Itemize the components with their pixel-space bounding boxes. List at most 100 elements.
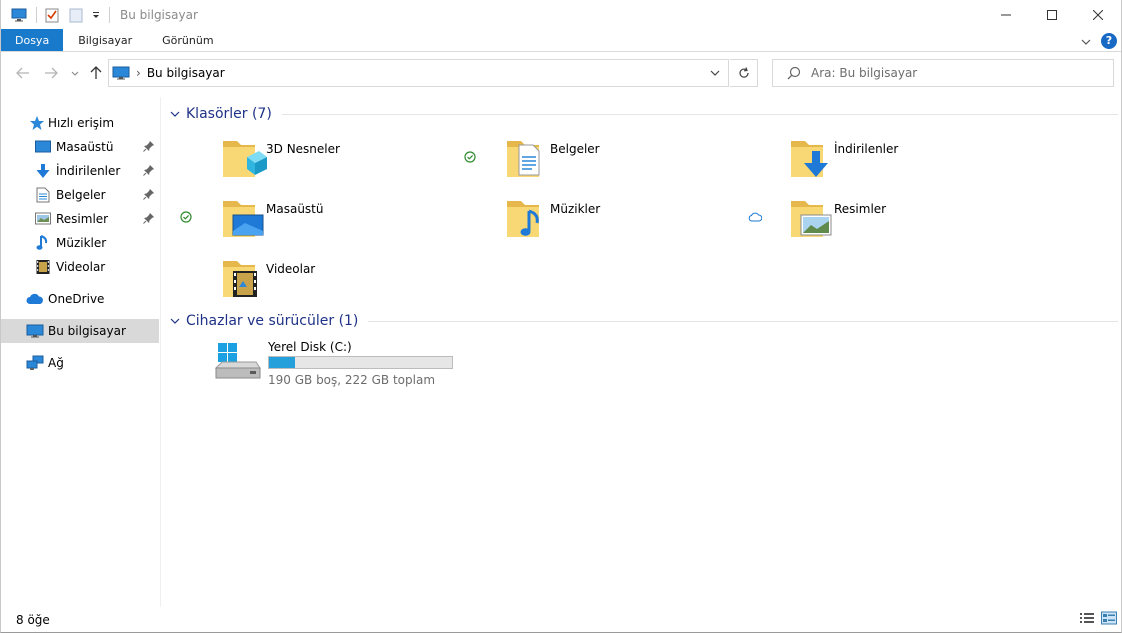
view-switcher bbox=[1079, 611, 1117, 628]
downloads-icon bbox=[34, 162, 52, 180]
folder-label: Resimler bbox=[834, 202, 887, 216]
sidebar-item-quick-access[interactable]: Hızlı erişim bbox=[1, 111, 159, 135]
folder-tile-3d-objects[interactable]: 3D Nesneler bbox=[221, 135, 501, 191]
forward-arrow-icon[interactable] bbox=[42, 64, 60, 82]
folder-tile-pictures[interactable]: Resimler bbox=[789, 195, 1069, 251]
synced-check-icon bbox=[464, 151, 476, 163]
explorer-window: Bu bilgisayar Dosya Bilgisayar Görünüm ? bbox=[0, 0, 1122, 633]
pictures-folder-icon bbox=[789, 195, 837, 243]
folder-tile-documents[interactable]: Belgeler bbox=[505, 135, 785, 191]
pin-icon[interactable] bbox=[143, 140, 155, 155]
recent-locations-chevron-icon[interactable] bbox=[66, 64, 84, 82]
address-bar[interactable]: › Bu bilgisayar bbox=[108, 59, 729, 87]
customize-toolbar-chevron-icon[interactable] bbox=[91, 7, 101, 23]
sidebar-item-label: Videolar bbox=[56, 260, 106, 274]
folder-label: Videolar bbox=[266, 262, 316, 276]
sidebar-item-label: Hızlı erişim bbox=[48, 116, 115, 130]
folder-tile-downloads[interactable]: İndirilenler bbox=[789, 135, 1069, 191]
sidebar-item-label: Masaüstü bbox=[56, 140, 114, 154]
title-bar: Bu bilgisayar bbox=[1, 0, 1121, 29]
drive-usage-bar bbox=[268, 356, 453, 369]
sidebar-item-onedrive[interactable]: OneDrive bbox=[1, 287, 159, 311]
folder-label: Belgeler bbox=[550, 142, 600, 156]
search-input[interactable]: Ara: Bu bilgisayar bbox=[772, 59, 1114, 87]
navigation-bar: › Bu bilgisayar Ara: Bu bilgisayar bbox=[1, 56, 1121, 90]
address-history-chevron-icon[interactable] bbox=[710, 70, 720, 76]
maximize-button[interactable] bbox=[1029, 0, 1075, 29]
tab-computer[interactable]: Bilgisayar bbox=[63, 29, 147, 51]
drive-usage-fill bbox=[269, 357, 296, 368]
3d-objects-folder-icon bbox=[221, 135, 269, 183]
collapse-chevron-icon[interactable] bbox=[170, 318, 180, 324]
group-title: Klasörler (7) bbox=[186, 106, 272, 122]
pin-icon[interactable] bbox=[143, 164, 155, 179]
group-title: Cihazlar ve sürücüler (1) bbox=[186, 313, 359, 329]
minimize-button[interactable] bbox=[983, 0, 1029, 29]
expand-ribbon-chevron-icon[interactable] bbox=[1081, 34, 1091, 48]
folder-label: Müzikler bbox=[550, 202, 601, 216]
documents-icon bbox=[34, 186, 52, 204]
toolbar-divider bbox=[36, 6, 37, 23]
search-placeholder: Ara: Bu bilgisayar bbox=[811, 66, 918, 80]
window-controls bbox=[983, 0, 1121, 29]
computer-icon[interactable] bbox=[10, 7, 28, 23]
quick-access-toolbar: Bu bilgisayar bbox=[1, 0, 198, 29]
sidebar-item-pictures[interactable]: Resimler bbox=[1, 207, 159, 231]
pictures-icon bbox=[34, 210, 52, 228]
file-list-view: Klasörler (7) 3D Nesneler Belgeler İndir… bbox=[162, 97, 1120, 607]
item-count: 8 öğe bbox=[16, 613, 50, 627]
refresh-button[interactable] bbox=[730, 59, 758, 87]
drive-name: Yerel Disk (C:) bbox=[268, 340, 352, 354]
close-button[interactable] bbox=[1075, 0, 1121, 29]
pin-icon[interactable] bbox=[143, 212, 155, 227]
sidebar-item-downloads[interactable]: İndirilenler bbox=[1, 159, 159, 183]
onedrive-cloud-icon bbox=[26, 290, 44, 308]
sidebar-item-label: Bu bilgisayar bbox=[48, 324, 126, 338]
details-view-icon[interactable] bbox=[1079, 611, 1095, 628]
status-bar: 8 öğe bbox=[1, 608, 1121, 632]
desktop-icon bbox=[34, 138, 52, 156]
sidebar-item-this-pc[interactable]: Bu bilgisayar bbox=[1, 319, 159, 343]
ribbon-tabs: Dosya Bilgisayar Görünüm ? bbox=[1, 29, 1121, 52]
group-divider bbox=[368, 320, 1118, 322]
sidebar-item-label: Belgeler bbox=[56, 188, 106, 202]
sidebar-item-desktop[interactable]: Masaüstü bbox=[1, 135, 159, 159]
drive-space-info: 190 GB boş, 222 GB toplam bbox=[268, 373, 436, 387]
help-icon[interactable]: ? bbox=[1101, 32, 1117, 49]
pin-icon[interactable] bbox=[143, 188, 155, 203]
folder-tile-videos[interactable]: Videolar bbox=[221, 255, 501, 311]
folder-tile-music[interactable]: Müzikler bbox=[505, 195, 785, 251]
cloud-status-icon bbox=[748, 211, 763, 223]
back-arrow-icon[interactable] bbox=[14, 64, 32, 82]
drive-tile-local-disk-c[interactable]: Yerel Disk (C:) 190 GB boş, 222 GB topla… bbox=[214, 340, 514, 390]
breadcrumb-separator[interactable]: › bbox=[136, 66, 141, 80]
documents-folder-icon bbox=[505, 135, 553, 183]
devices-group-header[interactable]: Cihazlar ve sürücüler (1) bbox=[170, 311, 1118, 331]
tab-file[interactable]: Dosya bbox=[1, 29, 64, 51]
sidebar-item-videos[interactable]: Videolar bbox=[1, 255, 159, 279]
search-icon bbox=[787, 66, 801, 80]
collapse-chevron-icon[interactable] bbox=[170, 111, 180, 117]
sidebar-item-label: Ağ bbox=[48, 356, 64, 370]
up-arrow-icon[interactable] bbox=[87, 64, 105, 82]
properties-icon[interactable] bbox=[43, 7, 61, 23]
sidebar-item-music[interactable]: Müzikler bbox=[1, 231, 159, 255]
window-title: Bu bilgisayar bbox=[120, 7, 198, 22]
sidebar-item-documents[interactable]: Belgeler bbox=[1, 183, 159, 207]
sidebar-item-label: Müzikler bbox=[56, 236, 107, 250]
sidebar-item-network[interactable]: Ağ bbox=[1, 351, 159, 375]
toolbar-divider bbox=[109, 6, 110, 23]
folder-label: 3D Nesneler bbox=[266, 142, 340, 156]
breadcrumb-this-pc[interactable]: Bu bilgisayar bbox=[147, 66, 225, 80]
computer-icon bbox=[112, 66, 130, 80]
music-icon bbox=[34, 234, 52, 252]
navigation-pane: Hızlı erişim Masaüstü İndirilenler Belge… bbox=[1, 97, 161, 607]
folders-group-header[interactable]: Klasörler (7) bbox=[170, 104, 1118, 124]
new-folder-icon[interactable] bbox=[67, 7, 85, 23]
tab-view[interactable]: Görünüm bbox=[147, 29, 228, 51]
synced-check-icon bbox=[180, 211, 192, 223]
sidebar-item-label: İndirilenler bbox=[56, 164, 121, 178]
tiles-view-icon[interactable] bbox=[1101, 611, 1117, 628]
desktop-folder-icon bbox=[221, 195, 269, 243]
folder-tile-desktop[interactable]: Masaüstü bbox=[221, 195, 501, 251]
